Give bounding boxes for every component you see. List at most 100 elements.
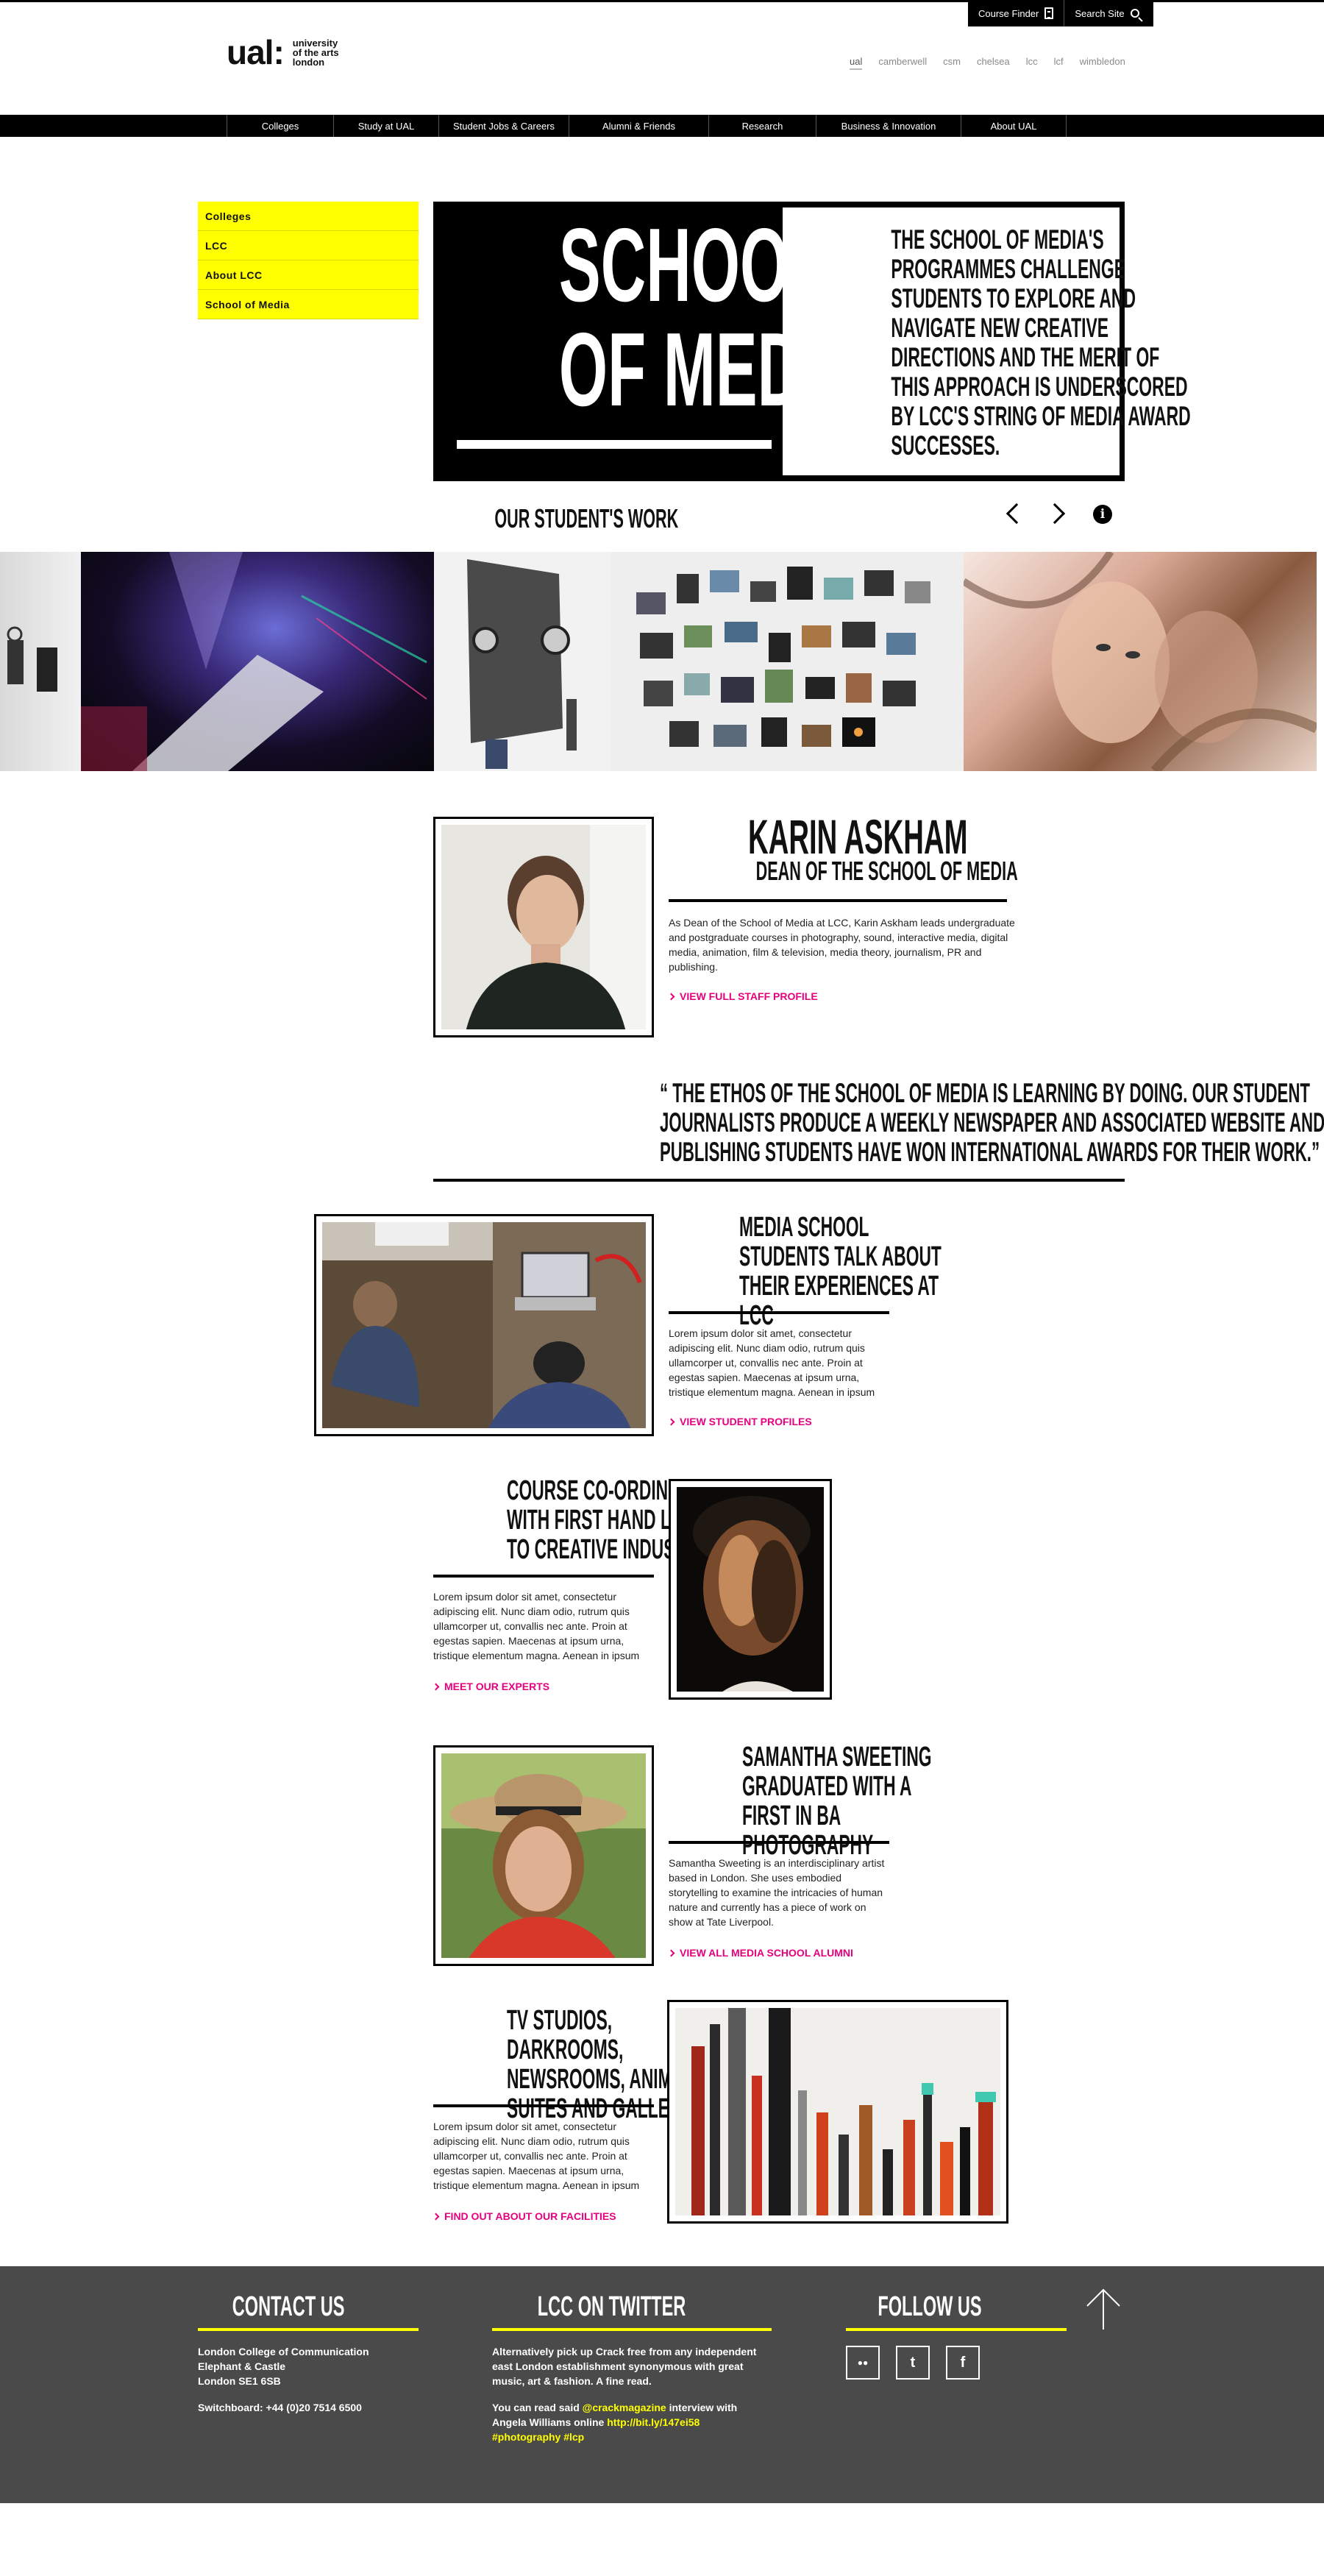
- footer: CONTACT US London College of Communicati…: [0, 2266, 1324, 2503]
- info-icon[interactable]: i: [1093, 505, 1112, 524]
- twitter-icon[interactable]: t: [896, 2346, 930, 2380]
- college-link-ual[interactable]: ual: [850, 56, 863, 70]
- side-menu-item-about-lcc[interactable]: About LCC: [198, 260, 419, 290]
- college-link-camberwell[interactable]: camberwell: [878, 56, 927, 70]
- side-menu-item-school-of-media[interactable]: School of Media: [198, 290, 419, 319]
- divider: [669, 1841, 889, 1844]
- gallery-image[interactable]: [611, 552, 964, 771]
- chevron-right-icon: [432, 2213, 440, 2220]
- profile-role: DEAN OF THE SCHOOL OF MEDIA: [755, 856, 1018, 886]
- facilities-link[interactable]: FIND OUT ABOUT OUR FACILITIES: [432, 2210, 616, 2222]
- college-link-wimbledon[interactable]: wimbledon: [1080, 56, 1125, 70]
- view-alumni-link[interactable]: VIEW ALL MEDIA SCHOOL ALUMNI: [667, 1947, 853, 1959]
- contact-address: London College of Communication Elephant…: [198, 2344, 419, 2388]
- ual-logo[interactable]: ual: university of the arts london: [227, 32, 339, 72]
- college-link-lcc[interactable]: lcc: [1026, 56, 1038, 70]
- profile-name: KARIN ASKHAM: [748, 809, 968, 864]
- side-menu-item-lcc[interactable]: LCC: [198, 231, 419, 260]
- chevron-right-icon: [432, 1683, 440, 1690]
- college-link-csm[interactable]: csm: [943, 56, 961, 70]
- document-icon: [1044, 7, 1054, 19]
- section-body: Samantha Sweeting is an interdisciplinar…: [669, 1857, 885, 1928]
- nav-item-about[interactable]: About UAL: [961, 115, 1067, 137]
- photo-frame: [435, 1748, 652, 1964]
- logo-line: london: [292, 56, 325, 68]
- nav-item-colleges[interactable]: Colleges: [227, 115, 334, 137]
- main-nav: Colleges Study at UAL Student Jobs & Car…: [0, 115, 1324, 137]
- chevron-right-icon: [667, 1949, 675, 1956]
- link-label: FIND OUT ABOUT OUR FACILITIES: [444, 2210, 616, 2222]
- hero-description-box: THE SCHOOL OF MEDIA'S PROGRAMMES CHALLEN…: [783, 207, 1191, 475]
- facebook-icon[interactable]: f: [946, 2346, 980, 2380]
- gallery-image[interactable]: [81, 552, 434, 771]
- prev-arrow-icon[interactable]: [1006, 503, 1028, 525]
- search-site-button[interactable]: Search Site: [1064, 0, 1149, 26]
- footer-accent-bar: [846, 2328, 1067, 2331]
- tweet-url-link[interactable]: http://bit.ly/147ei58: [607, 2416, 700, 2428]
- divider: [669, 1311, 889, 1314]
- utility-bar: Course Finder Search Site: [968, 0, 1153, 26]
- nav-item-jobs-careers[interactable]: Student Jobs & Careers: [439, 115, 569, 137]
- course-finder-label: Course Finder: [978, 7, 1039, 19]
- college-link-chelsea[interactable]: chelsea: [977, 56, 1010, 70]
- student-work-gallery: [0, 552, 1324, 771]
- course-finder-button[interactable]: Course Finder: [968, 0, 1064, 26]
- chevron-right-icon: [667, 1418, 675, 1425]
- divider: [433, 1575, 654, 1578]
- meet-our-experts-link[interactable]: MEET OUR EXPERTS: [432, 1681, 550, 1692]
- tweet-hashtags[interactable]: #photography #lcp: [492, 2431, 584, 2443]
- tweet: You can read said @crackmagazine intervi…: [492, 2400, 772, 2444]
- divider: [669, 899, 1007, 902]
- chevron-right-icon: [667, 993, 675, 1000]
- profile-photo: [433, 817, 654, 1037]
- address-line: London College of Communication: [198, 2346, 369, 2357]
- hero-banner: SCHOOL OF MEDIA THE SCHOOL OF MEDIA'S PR…: [433, 202, 1191, 481]
- logo-text: university of the arts london: [293, 38, 339, 67]
- link-label: MEET OUR EXPERTS: [444, 1681, 550, 1692]
- alumna-photo: [433, 1745, 654, 1966]
- address-line: London SE1 6SB: [198, 2375, 281, 2387]
- photo-frame: [669, 2002, 1006, 2221]
- tweet-handle-link[interactable]: @crackmagazine: [583, 2402, 666, 2413]
- contact-title: CONTACT US: [232, 2291, 345, 2322]
- nav-item-research[interactable]: Research: [709, 115, 816, 137]
- profile-bio: As Dean of the School of Media at LCC, K…: [669, 917, 1015, 973]
- gallery-image[interactable]: [964, 552, 1317, 771]
- next-arrow-icon[interactable]: [1044, 503, 1066, 525]
- photo-frame: [671, 1481, 830, 1697]
- search-icon: [1130, 9, 1139, 18]
- tweet-text: You can read said: [492, 2402, 583, 2413]
- facilities-photo: [667, 2000, 1008, 2224]
- divider: [433, 2104, 654, 2107]
- search-site-label: Search Site: [1075, 7, 1125, 19]
- link-label: VIEW STUDENT PROFILES: [680, 1416, 812, 1427]
- link-label: VIEW ALL MEDIA SCHOOL ALUMNI: [680, 1947, 853, 1959]
- gallery-image[interactable]: [434, 552, 611, 771]
- link-label: VIEW FULL STAFF PROFILE: [680, 990, 818, 1002]
- section-body: Lorem ipsum dolor sit amet, consectetur …: [433, 1591, 640, 1661]
- view-student-profiles-link[interactable]: VIEW STUDENT PROFILES: [667, 1416, 812, 1427]
- pull-quote: “ THE ETHOS OF THE SCHOOL OF MEDIA IS LE…: [660, 1078, 1324, 1167]
- student-work-title: OUR STUDENT'S WORK: [494, 503, 679, 533]
- nav-item-study[interactable]: Study at UAL: [334, 115, 439, 137]
- back-to-top-icon[interactable]: [1084, 2287, 1122, 2330]
- side-menu-item-colleges[interactable]: Colleges: [198, 202, 419, 231]
- follow-title: FOLLOW US: [878, 2291, 982, 2322]
- students-photo: [314, 1214, 654, 1436]
- hero-underline: [457, 440, 772, 449]
- nav-item-business[interactable]: Business & Innovation: [816, 115, 961, 137]
- college-links: ual camberwell csm chelsea lcc lcf wimbl…: [850, 56, 1125, 70]
- section-body: Lorem ipsum dolor sit amet, consectetur …: [669, 1327, 875, 1398]
- hero-description: THE SCHOOL OF MEDIA'S PROGRAMMES CHALLEN…: [891, 224, 1191, 461]
- address-line: Elephant & Castle: [198, 2360, 286, 2372]
- gallery-image[interactable]: [0, 552, 81, 771]
- coordinator-photo: [669, 1479, 832, 1700]
- logo-mark: ual:: [227, 33, 285, 71]
- section-body: Lorem ipsum dolor sit amet, consectetur …: [433, 2121, 640, 2191]
- college-link-lcf[interactable]: lcf: [1054, 56, 1064, 70]
- view-staff-profile-link[interactable]: VIEW FULL STAFF PROFILE: [667, 990, 818, 1002]
- twitter-title: LCC ON TWITTER: [537, 2291, 686, 2322]
- nav-item-alumni[interactable]: Alumni & Friends: [569, 115, 709, 137]
- flickr-icon[interactable]: ●●: [846, 2346, 880, 2380]
- photo-frame: [316, 1216, 652, 1434]
